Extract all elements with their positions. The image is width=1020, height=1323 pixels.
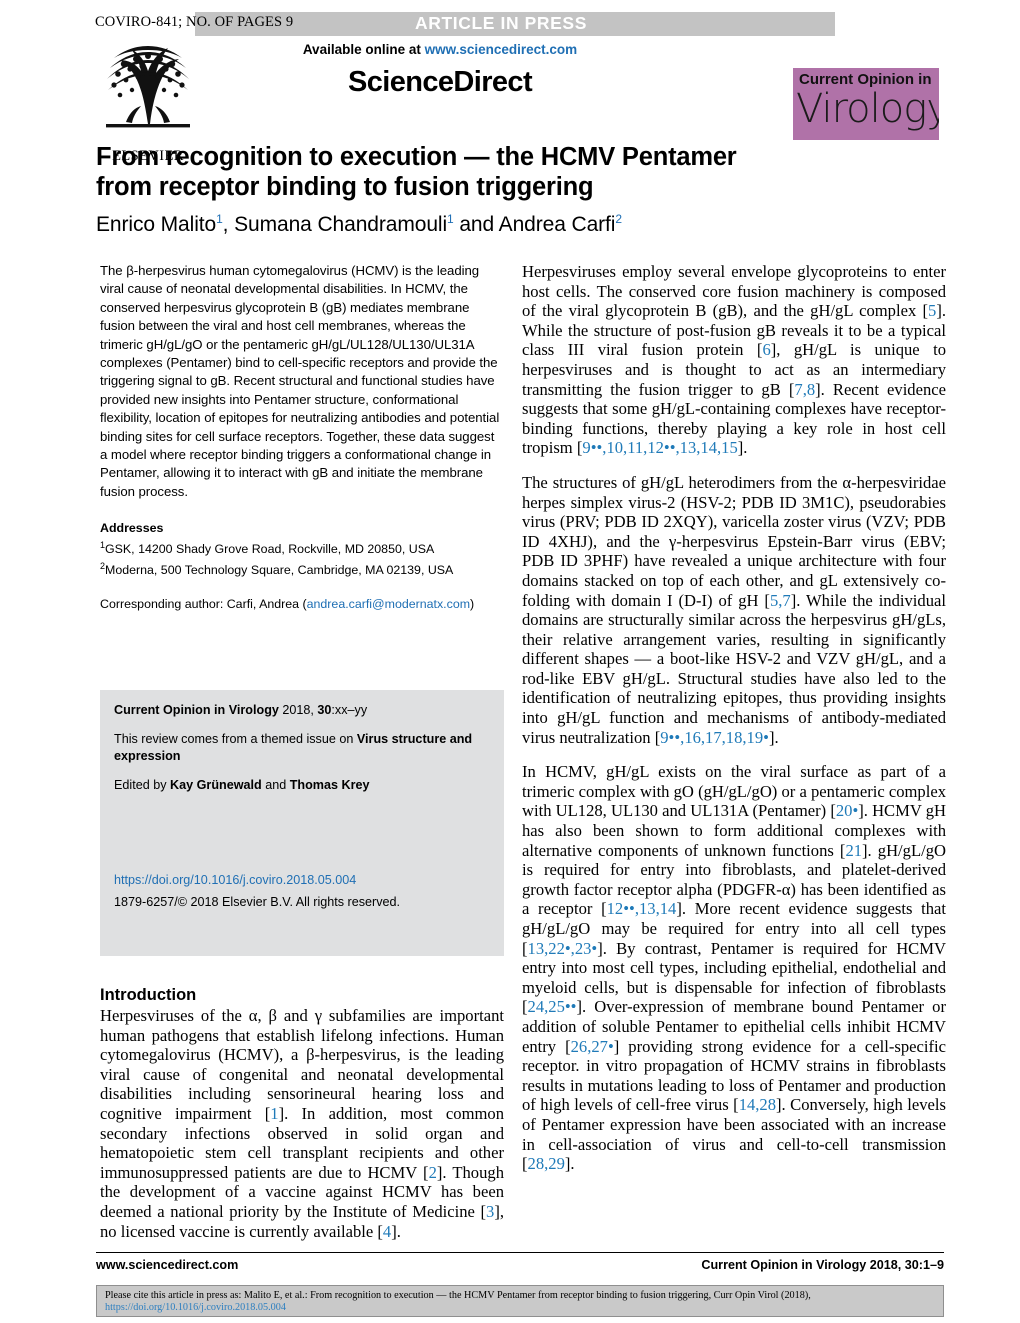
body-paragraph-1: Herpesviruses employ several envelope gl… xyxy=(522,262,946,458)
copyright-line: 1879-6257/© 2018 Elsevier B.V. All right… xyxy=(114,895,401,909)
running-head: COVIRO-841; NO. OF PAGES 9 ARTICLE IN PR… xyxy=(0,12,1020,36)
editor-name: Thomas Krey xyxy=(289,777,370,792)
footer-divider xyxy=(96,1252,944,1253)
sciencedirect-wordmark: ScienceDirect xyxy=(347,66,533,98)
journal-info-box: Current Opinion in Virology 2018, 30:xx–… xyxy=(100,690,504,956)
abstract-text: The β-herpesvirus human cytomegalovirus … xyxy=(100,263,500,499)
themed-issue-line: This review comes from a themed issue on… xyxy=(114,731,490,766)
sciencedirect-url-link[interactable]: www.sciencedirect.com xyxy=(425,42,578,57)
author-name: Sumana Chandramouli xyxy=(234,213,448,236)
introduction-section: Introduction Herpesviruses of the α, β a… xyxy=(100,986,504,1241)
themed-issue-prefix: This review comes from a themed issue on xyxy=(114,731,357,746)
editor-name: Kay Grünewald xyxy=(170,777,262,792)
corresponding-prefix: Corresponding author: Carfi, Andrea ( xyxy=(100,596,307,611)
doi-link[interactable]: https://doi.org/10.1016/j.coviro.2018.05… xyxy=(114,873,356,887)
address-text: Moderna, 500 Technology Square, Cambridg… xyxy=(105,563,454,578)
editors-line: Edited by Kay Grünewald and Thomas Krey xyxy=(114,777,490,795)
title-block: From recognition to execution — the HCMV… xyxy=(96,142,946,238)
please-cite-prefix: Please cite this article in press as: Ma… xyxy=(105,1290,811,1301)
please-cite-text: Please cite this article in press as: Ma… xyxy=(105,1290,935,1313)
corresponding-author: Corresponding author: Carfi, Andrea (and… xyxy=(100,596,504,613)
journal-citation-volume: 30 xyxy=(317,703,332,717)
editors-join: and xyxy=(261,777,290,792)
right-column: Herpesviruses employ several envelope gl… xyxy=(522,262,946,1174)
page-title: From recognition to execution — the HCMV… xyxy=(96,142,946,202)
article-in-press-label: ARTICLE IN PRESS xyxy=(415,13,587,33)
body-paragraph-3: In HCMV, gH/gL exists on the viral surfa… xyxy=(522,762,946,1174)
please-cite-doi-link[interactable]: https://doi.org/10.1016/j.coviro.2018.05… xyxy=(105,1302,286,1313)
journal-citation-year: 2018, xyxy=(278,703,318,717)
journal-citation: Current Opinion in Virology 2018, 30:xx–… xyxy=(114,702,490,720)
author-affil-marker: 2 xyxy=(615,212,622,226)
corresponding-email-link[interactable]: andrea.carfi@modernatx.com xyxy=(307,597,470,611)
title-line-1: From recognition to execution — the HCMV… xyxy=(96,143,737,171)
body-paragraph-2: The structures of gH/gL heterodimers fro… xyxy=(522,472,946,747)
corresponding-suffix: ) xyxy=(470,596,475,611)
introduction-heading: Introduction xyxy=(100,986,197,1004)
footer-journal-citation: Current Opinion in Virology 2018, 30:1–9 xyxy=(701,1258,944,1272)
author-affil-marker: 1 xyxy=(216,212,223,226)
author-name: Enrico Malito xyxy=(96,213,217,236)
author-list: Enrico Malito1, Sumana Chandramouli1 and… xyxy=(96,212,622,236)
available-online-line: Available online at www.sciencedirect.co… xyxy=(200,42,680,57)
introduction-paragraph: Herpesviruses of the α, β and γ subfamil… xyxy=(100,1006,504,1241)
journal-citation-pages: :xx–yy xyxy=(331,703,368,717)
manuscript-code: COVIRO-841; NO. OF PAGES 9 xyxy=(95,14,294,30)
footer-website[interactable]: www.sciencedirect.com xyxy=(96,1258,238,1272)
masthead: ELSEVIER Available online at www.science… xyxy=(0,36,1020,164)
author-affil-marker: 1 xyxy=(447,212,454,226)
addresses-block: Addresses 1GSK, 14200 Shady Grove Road, … xyxy=(100,521,504,612)
title-line-2: from receptor binding to fusion triggeri… xyxy=(96,173,594,201)
author-name: Andrea Carfi xyxy=(498,213,616,236)
journal-badge: Current Opinion in Virology xyxy=(793,68,939,140)
journal-citation-title: Current Opinion in Virology xyxy=(114,703,279,717)
left-column: The β-herpesvirus human cytomegalovirus … xyxy=(100,262,504,613)
address-item: 1GSK, 14200 Shady Grove Road, Rockville,… xyxy=(100,537,504,558)
addresses-heading: Addresses xyxy=(100,521,164,536)
elsevier-tree-icon xyxy=(96,38,200,140)
available-online-prefix: Available online at xyxy=(302,42,425,57)
address-text: GSK, 14200 Shady Grove Road, Rockville, … xyxy=(105,542,435,557)
please-cite-box: Please cite this article in press as: Ma… xyxy=(96,1285,944,1317)
address-item: 2Moderna, 500 Technology Square, Cambrid… xyxy=(100,558,504,579)
edited-by-prefix: Edited by xyxy=(114,777,171,792)
journal-badge-line2: Virology xyxy=(796,86,939,132)
